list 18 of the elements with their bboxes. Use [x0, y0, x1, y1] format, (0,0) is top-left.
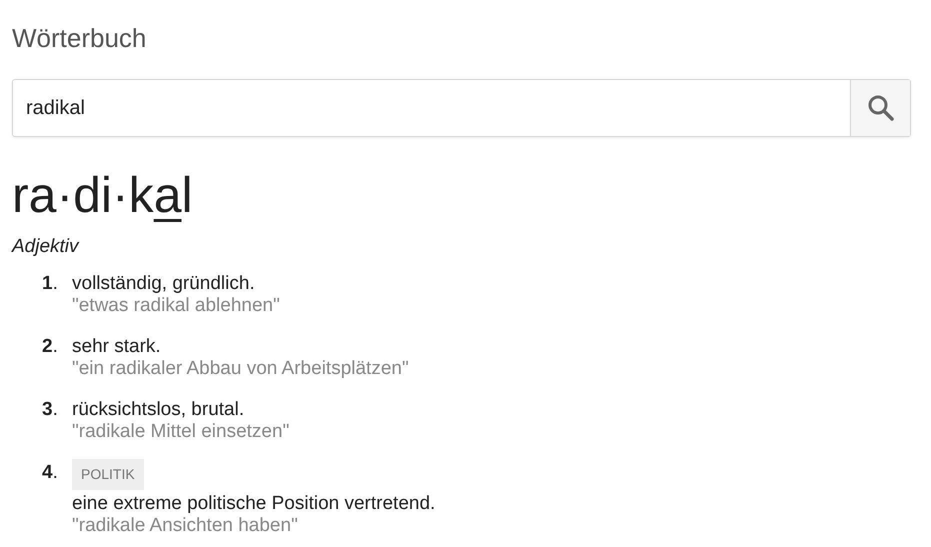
sense-number: 4. [42, 462, 58, 483]
headword: ra·di·kal [12, 167, 193, 223]
subject-tag: POLITIK [72, 459, 144, 490]
page-title: Wörterbuch [12, 22, 146, 54]
example-phrase: "radikale Ansichten haben" [72, 515, 298, 537]
definition: vollständig, gründlich. [72, 273, 255, 295]
example-phrase: "etwas radikal ablehnen" [72, 295, 280, 317]
definition: sehr stark. [72, 336, 161, 358]
sense-number: 1. [42, 273, 58, 294]
example-phrase: "radikale Mittel einsetzen" [72, 421, 290, 443]
search-icon [866, 94, 894, 122]
part-of-speech: Adjektiv [12, 235, 79, 259]
sense-number: 2. [42, 336, 58, 357]
example-phrase: "ein radikaler Abbau von Arbeitsplätzen" [72, 358, 409, 380]
definition: rücksichtslos, brutal. [72, 399, 244, 421]
sense-number: 3. [42, 399, 58, 420]
search-button[interactable] [850, 80, 910, 136]
definition: eine extreme politische Position vertretend. [72, 493, 436, 515]
